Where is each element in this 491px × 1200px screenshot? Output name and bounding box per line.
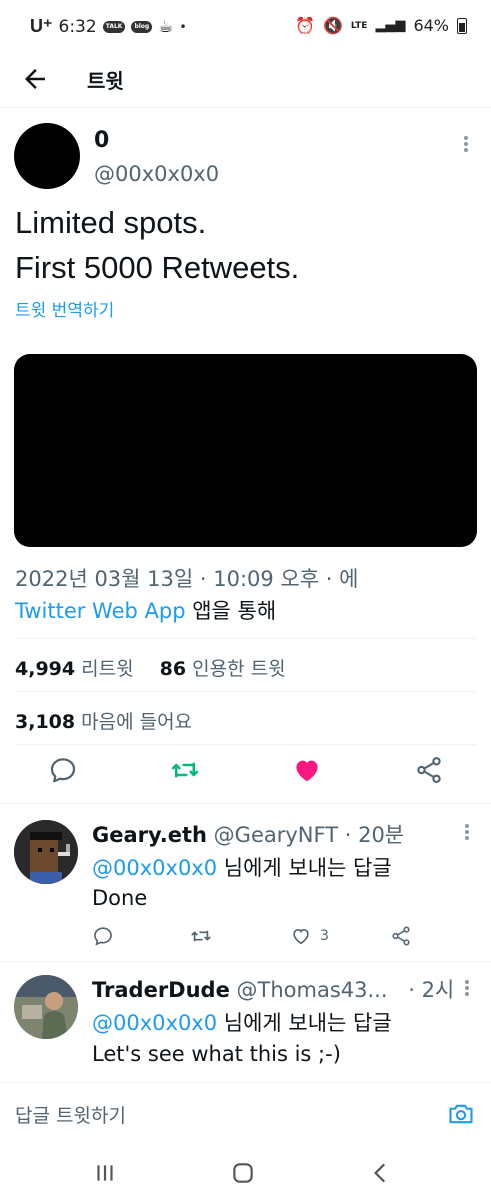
- quotes-stat[interactable]: 86 인용한 트윗: [160, 658, 286, 680]
- reply-more-icon[interactable]: [461, 822, 473, 842]
- engagement-stats: 4,994 리트윗 86 인용한 트윗: [15, 654, 286, 681]
- pixel-avatar-icon: [14, 820, 78, 884]
- reply-author-handle[interactable]: @Thomas43...: [237, 978, 388, 1002]
- reply-header: Geary.eth @GearyNFT · 20분: [92, 819, 404, 849]
- reply-header: TraderDude @Thomas43... · 2시: [92, 974, 454, 1004]
- via-suffix: 앱을 통해: [185, 599, 277, 623]
- share-icon[interactable]: [390, 925, 412, 947]
- more-options-icon[interactable]: [460, 134, 472, 154]
- reply-text: Let's see what this is ;-): [92, 1042, 341, 1066]
- recent-apps-icon[interactable]: [92, 1160, 118, 1186]
- divider: [15, 744, 476, 745]
- replying-to: @00x0x0x0 님에게 보내는 답글: [92, 852, 392, 882]
- translate-tweet-link[interactable]: 트윗 번역하기: [15, 296, 114, 321]
- divider: [15, 691, 476, 692]
- reply-time: · 2시: [408, 978, 455, 1002]
- status-time: 6:32: [58, 16, 97, 37]
- reply-avatar[interactable]: [14, 975, 78, 1039]
- reply-icon[interactable]: [92, 925, 114, 947]
- top-app-bar: 트윗: [0, 52, 491, 108]
- reply-mention-link[interactable]: @00x0x0x0: [92, 856, 217, 880]
- reply-author-name[interactable]: Geary.eth: [92, 823, 207, 847]
- back-arrow-icon[interactable]: [20, 64, 50, 94]
- back-nav-icon[interactable]: [368, 1160, 394, 1186]
- tweet-media[interactable]: [14, 354, 477, 547]
- coffee-icon: ☕: [158, 16, 174, 37]
- timestamp-text: 2022년 03월 13일 · 10:09 오후 · 에: [15, 567, 359, 591]
- share-icon[interactable]: [414, 755, 444, 785]
- reply-icon[interactable]: [48, 755, 78, 785]
- tweet-actions: [0, 755, 491, 795]
- tweet-timestamp: 2022년 03월 13일 · 10:09 오후 · 에 Twitter Web…: [15, 563, 358, 627]
- reply-mention-link[interactable]: @00x0x0x0: [92, 1011, 217, 1035]
- like-count: 3: [320, 928, 329, 944]
- reply-author-handle[interactable]: @GearyNFT: [214, 823, 338, 847]
- status-bar: U⁺ 6:32 TALK blog ☕ • ⏰ 🔇 LTE ▂▄▆ 64%: [0, 0, 491, 52]
- blog-badge-icon: blog: [131, 20, 153, 33]
- reply-tweet[interactable]: TraderDude @Thomas43... · 2시 @00x0x0x0 님…: [0, 962, 491, 1082]
- alarm-icon: ⏰: [295, 16, 315, 35]
- retweet-icon[interactable]: [190, 925, 212, 947]
- replying-to-label: 님에게 보내는 답글: [217, 1011, 392, 1035]
- tweet-text: Limited spots. First 5000 Retweets.: [15, 200, 299, 290]
- likes-stat[interactable]: 3,108 마음에 들어요: [15, 707, 192, 734]
- retweets-stat[interactable]: 4,994 리트윗: [15, 658, 134, 680]
- battery-percent: 64%: [413, 16, 449, 35]
- talk-badge-icon: TALK: [102, 20, 126, 33]
- reply-avatar[interactable]: [14, 820, 78, 884]
- tweet-text-line: First 5000 Retweets.: [15, 250, 300, 285]
- system-navigation-bar: [0, 1144, 491, 1200]
- divider: [15, 638, 476, 639]
- home-icon[interactable]: [230, 1160, 256, 1186]
- photo-avatar-icon: [14, 975, 78, 1039]
- signal-icon: ▂▄▆: [375, 18, 406, 33]
- like-icon[interactable]: [290, 925, 312, 947]
- replying-to: @00x0x0x0 님에게 보내는 답글: [92, 1007, 392, 1037]
- reply-time: · 20분: [344, 823, 405, 847]
- network-label: LTE: [350, 20, 368, 31]
- replying-to-label: 님에게 보내는 답글: [217, 856, 392, 880]
- reply-input-placeholder[interactable]: 답글 트윗하기: [15, 1101, 126, 1128]
- via-app-link[interactable]: Twitter Web App: [15, 599, 186, 623]
- reply-more-icon[interactable]: [461, 978, 473, 998]
- page-title: 트윗: [87, 69, 124, 93]
- battery-icon: [457, 17, 467, 34]
- retweet-icon[interactable]: [170, 755, 200, 785]
- reply-composer[interactable]: 답글 트윗하기: [0, 1082, 491, 1144]
- mute-icon: 🔇: [322, 16, 343, 35]
- like-icon[interactable]: [292, 755, 322, 785]
- reply-author-name[interactable]: TraderDude: [92, 978, 230, 1002]
- tweet-text-line: Limited spots.: [15, 205, 207, 240]
- author-handle[interactable]: @00x0x0x0: [94, 162, 219, 186]
- notification-dot: •: [179, 19, 187, 34]
- author-name[interactable]: 0: [94, 128, 109, 153]
- author-avatar[interactable]: [14, 123, 80, 189]
- reply-text: Done: [92, 886, 148, 910]
- carrier-label: U⁺: [30, 16, 53, 36]
- camera-icon[interactable]: [447, 1100, 475, 1128]
- reply-tweet[interactable]: Geary.eth @GearyNFT · 20분 @00x0x0x0 님에게 …: [0, 804, 491, 961]
